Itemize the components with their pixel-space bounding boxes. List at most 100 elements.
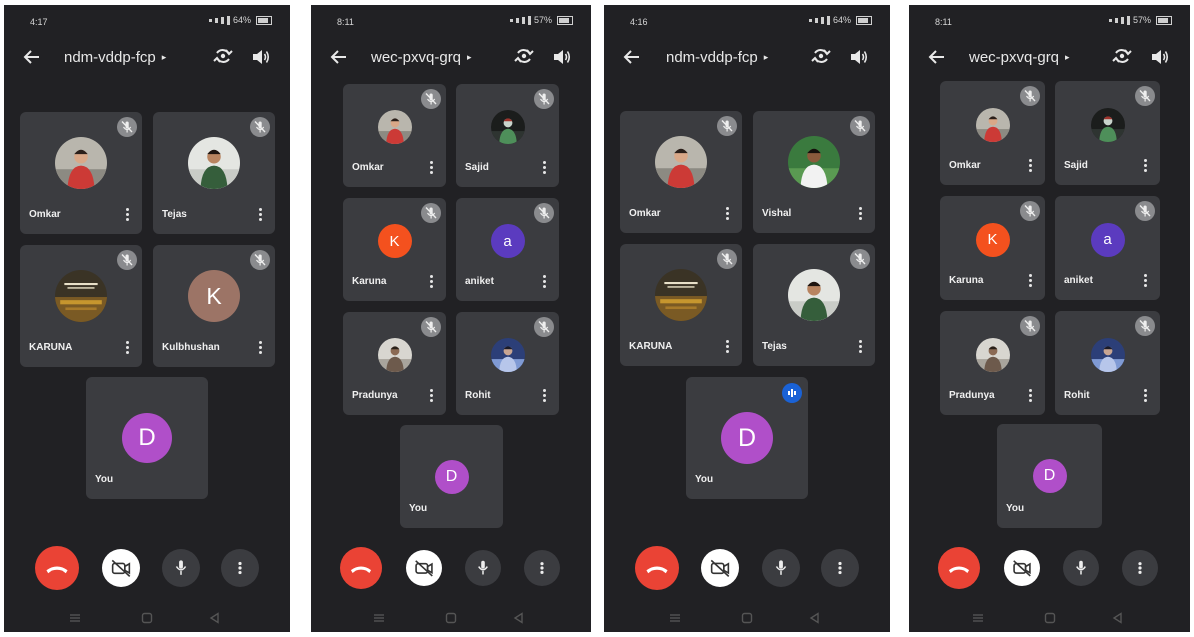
participant-tile[interactable]: a aniket	[1055, 196, 1160, 300]
more-vertical-icon[interactable]	[428, 275, 434, 291]
more-vertical-icon[interactable]	[857, 340, 863, 356]
switch-camera-button[interactable]	[212, 45, 234, 67]
back-button[interactable]	[329, 47, 349, 72]
microphone-icon	[175, 560, 187, 575]
participant-tile[interactable]: Omkar	[620, 111, 742, 233]
self-view-tile[interactable]: D You	[400, 425, 503, 528]
more-vertical-icon[interactable]	[857, 207, 863, 223]
participant-tile[interactable]: K Karuna	[940, 196, 1045, 300]
participant-avatar	[490, 110, 525, 145]
participant-tile[interactable]: Pradunya	[343, 312, 446, 415]
camera-off-button[interactable]	[701, 549, 739, 587]
participant-tile[interactable]: Sajid	[456, 84, 559, 187]
switch-camera-button[interactable]	[513, 45, 535, 67]
participant-tile[interactable]: Pradunya	[940, 311, 1045, 415]
participant-avatar	[788, 269, 840, 322]
nav-recents-icon[interactable]	[972, 612, 984, 624]
more-options-button[interactable]	[221, 549, 259, 587]
more-vertical-icon[interactable]	[1027, 159, 1033, 175]
camera-off-button[interactable]	[1004, 550, 1040, 586]
end-call-button[interactable]	[35, 546, 79, 590]
camera-off-icon	[1013, 560, 1031, 577]
microphone-button[interactable]	[162, 549, 200, 587]
meet-call-screen: 4:16 64% ndm-vddp-fcp ▸ Omkar Vishal KARUN…	[604, 5, 890, 632]
more-options-button[interactable]	[821, 549, 859, 587]
more-options-button[interactable]	[1122, 550, 1158, 586]
signal-bar-icon	[814, 17, 818, 23]
camera-off-button[interactable]	[102, 549, 140, 587]
participant-tile[interactable]: Vishal	[753, 111, 875, 233]
self-view-tile[interactable]: D You	[686, 377, 808, 499]
meeting-code-button[interactable]: ndm-vddp-fcp ▸	[666, 49, 768, 66]
more-vertical-icon[interactable]	[724, 340, 730, 356]
participant-tile[interactable]: Omkar	[343, 84, 446, 187]
back-button[interactable]	[22, 47, 42, 72]
speaker-button[interactable]	[551, 46, 573, 68]
participant-tile[interactable]: Omkar	[20, 112, 142, 234]
meeting-code-button[interactable]: ndm-vddp-fcp ▸	[64, 49, 166, 66]
participant-tile[interactable]: Rohit	[1055, 311, 1160, 415]
participant-tile[interactable]: Rohit	[456, 312, 559, 415]
more-vertical-icon[interactable]	[1142, 389, 1148, 405]
nav-recents-icon[interactable]	[669, 612, 681, 624]
more-vertical-icon[interactable]	[1027, 274, 1033, 290]
more-vertical-icon[interactable]	[541, 389, 547, 405]
microphone-button[interactable]	[762, 549, 800, 587]
switch-camera-button[interactable]	[1111, 45, 1133, 67]
more-vertical-icon[interactable]	[724, 207, 730, 223]
nav-recents-icon[interactable]	[69, 612, 81, 624]
back-button[interactable]	[622, 47, 642, 72]
microphone-button[interactable]	[1063, 550, 1099, 586]
self-view-tile[interactable]: D You	[997, 424, 1102, 528]
participant-name: Tejas	[162, 209, 187, 220]
participant-tile[interactable]: K Kulbhushan	[153, 245, 275, 367]
end-call-button[interactable]	[635, 546, 679, 590]
participant-tile[interactable]: a aniket	[456, 198, 559, 301]
more-options-button[interactable]	[524, 550, 560, 586]
back-button[interactable]	[927, 47, 947, 72]
speaker-button[interactable]	[848, 46, 870, 68]
participant-tile[interactable]: Tejas	[153, 112, 275, 234]
microphone-button[interactable]	[465, 550, 501, 586]
more-vertical-icon[interactable]	[1027, 389, 1033, 405]
nav-back-icon[interactable]	[513, 612, 525, 624]
profile-photo	[975, 337, 1010, 372]
participant-tile[interactable]: KARUNA	[620, 244, 742, 366]
more-vertical-icon[interactable]	[541, 275, 547, 291]
participant-tile[interactable]: Omkar	[940, 81, 1045, 185]
more-vertical-icon[interactable]	[257, 208, 263, 224]
more-vertical-icon[interactable]	[541, 161, 547, 177]
participant-tile[interactable]: Sajid	[1055, 81, 1160, 185]
nav-home-icon[interactable]	[445, 612, 457, 624]
participant-avatar	[55, 137, 107, 190]
switch-camera-button[interactable]	[810, 45, 832, 67]
more-vertical-icon[interactable]	[1142, 274, 1148, 290]
speaker-button[interactable]	[1149, 46, 1171, 68]
nav-back-icon[interactable]	[1112, 612, 1124, 624]
more-vertical-icon[interactable]	[428, 161, 434, 177]
microphone-icon	[478, 560, 488, 575]
nav-home-icon[interactable]	[741, 612, 753, 624]
nav-home-icon[interactable]	[1044, 612, 1056, 624]
muted-indicator	[421, 317, 441, 337]
participant-name: Rohit	[1064, 390, 1090, 401]
more-vertical-icon[interactable]	[1142, 159, 1148, 175]
nav-back-icon[interactable]	[809, 612, 821, 624]
meeting-code-button[interactable]: wec-pxvq-grq ▸	[371, 49, 472, 66]
speaker-button[interactable]	[250, 46, 272, 68]
more-vertical-icon[interactable]	[124, 208, 130, 224]
more-vertical-icon[interactable]	[257, 341, 263, 357]
self-view-tile[interactable]: D You	[86, 377, 208, 499]
meeting-code-button[interactable]: wec-pxvq-grq ▸	[969, 49, 1070, 66]
nav-back-icon[interactable]	[209, 612, 221, 624]
more-vertical-icon[interactable]	[124, 341, 130, 357]
nav-recents-icon[interactable]	[373, 612, 385, 624]
participant-tile[interactable]: K Karuna	[343, 198, 446, 301]
participant-tile[interactable]: Tejas	[753, 244, 875, 366]
more-vertical-icon[interactable]	[428, 389, 434, 405]
end-call-button[interactable]	[340, 547, 382, 589]
camera-off-button[interactable]	[406, 550, 442, 586]
nav-home-icon[interactable]	[141, 612, 153, 624]
end-call-button[interactable]	[938, 547, 980, 589]
participant-tile[interactable]: KARUNA	[20, 245, 142, 367]
